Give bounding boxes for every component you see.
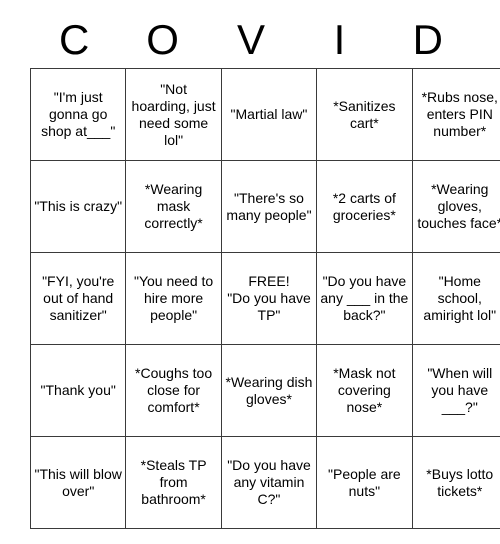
- bingo-cell-text: *Coughs too close for comfort*: [135, 365, 213, 415]
- bingo-cell[interactable]: "Thank you": [29, 344, 127, 437]
- bingo-cell[interactable]: "I'm just gonna go shop at___": [29, 68, 127, 161]
- bingo-cell[interactable]: "Do you have any vitamin C?": [220, 436, 318, 529]
- bingo-cell[interactable]: *Wearing gloves, touches face*: [411, 160, 500, 253]
- bingo-cell-text: *Steals TP from bathroom*: [140, 457, 207, 507]
- bingo-cell-text: *Wearing gloves, touches face*: [417, 181, 500, 231]
- bingo-cell-text: *Rubs nose, enters PIN number*: [421, 89, 498, 139]
- bingo-cell-text: *Wearing dish gloves*: [225, 373, 313, 407]
- bingo-cell-text: "People are nuts": [328, 465, 401, 499]
- bingo-cell[interactable]: "There's so many people": [220, 160, 318, 253]
- bingo-cell-text: *Wearing mask correctly*: [144, 181, 203, 231]
- bingo-cell-text: "Do you have any ___ in the back?": [320, 273, 409, 323]
- bingo-cell-text: "When will you have ___?": [427, 365, 493, 415]
- bingo-cell-text: *Sanitizes cart*: [333, 97, 396, 131]
- bingo-cell-text: "FYI, you're out of hand sanitizer": [42, 273, 115, 323]
- bingo-cell-text: "You need to hire more people": [133, 273, 214, 323]
- bingo-cell[interactable]: *Steals TP from bathroom*: [125, 436, 222, 529]
- bingo-row: "I'm just gonna go shop at___" "Not hoar…: [29, 68, 500, 161]
- bingo-header-letter-v: V: [237, 16, 266, 63]
- bingo-cell[interactable]: *Rubs nose, enters PIN number*: [411, 68, 500, 161]
- bingo-cell-text: "There's so many people": [226, 189, 312, 223]
- bingo-cell[interactable]: "You need to hire more people": [125, 252, 222, 345]
- bingo-cell-text: *2 carts of groceries*: [332, 189, 396, 223]
- bingo-cell[interactable]: *Wearing mask correctly*: [125, 160, 222, 253]
- bingo-cell[interactable]: "When will you have ___?": [411, 344, 500, 437]
- bingo-cell[interactable]: *2 carts of groceries*: [316, 160, 413, 253]
- bingo-cell-text: "This will blow over": [34, 465, 122, 499]
- bingo-cell[interactable]: "Home school, amiright lol": [411, 252, 500, 345]
- bingo-cell[interactable]: "This will blow over": [29, 436, 127, 529]
- bingo-cell-text: "Home school, amiright lol": [423, 273, 497, 323]
- bingo-cell[interactable]: "FYI, you're out of hand sanitizer": [29, 252, 127, 345]
- bingo-cell-text: "Not hoarding, just need some lol": [131, 80, 216, 148]
- bingo-row: "FYI, you're out of hand sanitizer" "You…: [29, 252, 500, 345]
- bingo-cell[interactable]: "This is crazy": [29, 160, 127, 253]
- bingo-cell-text: "Martial law": [230, 106, 308, 122]
- bingo-header-letter-i: I: [333, 16, 346, 63]
- bingo-free-text: FREE! "Do you have TP": [227, 273, 311, 323]
- bingo-cell[interactable]: *Sanitizes cart*: [316, 68, 413, 161]
- bingo-cell[interactable]: "Not hoarding, just need some lol": [125, 68, 222, 161]
- bingo-cell[interactable]: "People are nuts": [316, 436, 413, 529]
- bingo-grid: "I'm just gonna go shop at___" "Not hoar…: [29, 68, 500, 529]
- bingo-cell[interactable]: *Wearing dish gloves*: [220, 344, 318, 437]
- bingo-header-letter-o: O: [146, 16, 179, 63]
- bingo-cell-text: *Mask not covering nose*: [333, 365, 396, 415]
- bingo-row: "This is crazy" *Wearing mask correctly*…: [29, 160, 500, 253]
- bingo-row: "This will blow over" *Steals TP from ba…: [29, 436, 500, 529]
- bingo-cell-text: *Buys lotto tickets*: [426, 465, 494, 499]
- bingo-cell[interactable]: "Martial law": [220, 68, 318, 161]
- bingo-card: C O V I D "I'm just gonna go shop at___"…: [29, 12, 500, 529]
- bingo-cell-text: "Thank you": [40, 382, 116, 398]
- bingo-cell-text: "This is crazy": [34, 198, 123, 214]
- bingo-cell-text: "Do you have any vitamin C?": [227, 457, 311, 507]
- bingo-cell-text: "I'm just gonna go shop at___": [41, 89, 116, 139]
- bingo-row: "Thank you" *Coughs too close for comfor…: [29, 344, 500, 437]
- bingo-header-letter-c: C: [59, 16, 90, 63]
- bingo-cell[interactable]: *Coughs too close for comfort*: [125, 344, 222, 437]
- bingo-cell[interactable]: *Mask not covering nose*: [316, 344, 413, 437]
- bingo-free-cell[interactable]: FREE! "Do you have TP": [220, 252, 318, 345]
- bingo-cell[interactable]: *Buys lotto tickets*: [411, 436, 500, 529]
- bingo-header-letter-d: D: [412, 16, 443, 63]
- bingo-header-row: C O V I D: [30, 12, 472, 68]
- bingo-cell[interactable]: "Do you have any ___ in the back?": [316, 252, 413, 345]
